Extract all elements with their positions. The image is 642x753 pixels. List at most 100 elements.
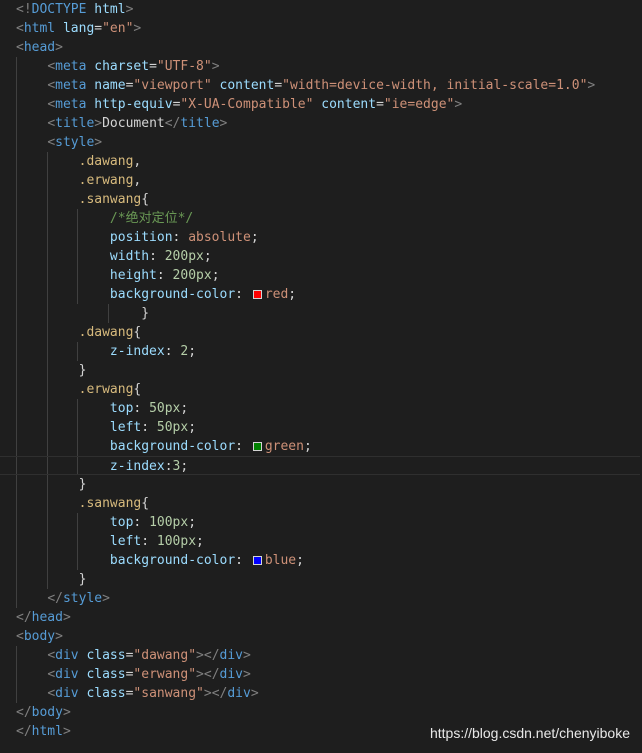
code-token: ></	[203, 686, 228, 701]
code-line[interactable]: background-color: red;	[0, 285, 642, 304]
code-token: div	[55, 686, 79, 701]
code-line[interactable]: <div class="erwang"></div>	[0, 665, 642, 684]
code-line[interactable]: }	[0, 361, 642, 380]
code-line[interactable]: .dawang,	[0, 152, 642, 171]
code-token: ;	[196, 534, 204, 549]
code-token: >	[243, 648, 251, 663]
code-token: <	[47, 135, 56, 150]
code-token: top	[109, 401, 134, 416]
code-token: body	[23, 629, 56, 644]
code-token: head	[31, 610, 63, 625]
code-line[interactable]: <title>Document</title>	[0, 114, 642, 133]
code-line[interactable]: <div class="dawang"></div>	[0, 646, 642, 665]
code-line[interactable]: .sanwang{	[0, 190, 642, 209]
code-token: "sanwang"	[133, 686, 204, 701]
code-line-current[interactable]: z-index:3;	[0, 456, 640, 475]
code-token: "erwang"	[133, 667, 197, 682]
code-token: 50px	[149, 401, 181, 416]
code-token: {	[133, 325, 142, 340]
code-line[interactable]: <div class="sanwang"></div>	[0, 684, 642, 703]
code-token: content	[321, 97, 377, 112]
code-token: >	[55, 40, 63, 55]
code-token: }	[78, 572, 87, 587]
code-line[interactable]: position: absolute;	[0, 228, 642, 247]
code-token: background-color	[109, 439, 236, 454]
code-line[interactable]: }	[0, 570, 642, 589]
code-line[interactable]: </style>	[0, 589, 642, 608]
code-token: ;	[188, 515, 197, 530]
code-line[interactable]: <html lang="en">	[0, 19, 642, 38]
code-token: div	[55, 648, 79, 663]
code-token: >	[454, 97, 463, 112]
code-token: }	[78, 477, 87, 492]
code-line[interactable]: background-color: green;	[0, 437, 642, 456]
color-swatch-icon[interactable]	[252, 556, 262, 565]
code-line[interactable]: top: 100px;	[0, 513, 642, 532]
code-token: ></	[196, 648, 220, 663]
code-token: >	[219, 116, 228, 131]
code-line[interactable]: }	[0, 304, 642, 323]
code-line[interactable]: }	[0, 475, 642, 494]
code-token: }	[141, 306, 150, 321]
code-token: >	[133, 21, 142, 36]
code-token: :	[235, 439, 251, 454]
code-token: html	[94, 2, 126, 17]
code-line[interactable]: .sanwang{	[0, 494, 642, 513]
code-token: >	[587, 78, 596, 93]
code-line[interactable]: <head>	[0, 38, 642, 57]
code-line[interactable]: .erwang,	[0, 171, 642, 190]
code-token: DOCTYPE	[31, 2, 87, 17]
code-token: left	[109, 534, 142, 549]
code-line[interactable]: </head>	[0, 608, 642, 627]
code-token: >	[55, 629, 63, 644]
color-swatch-icon[interactable]	[252, 442, 262, 451]
code-token: :	[141, 534, 157, 549]
code-token: </	[164, 116, 181, 131]
code-line[interactable]: top: 50px;	[0, 399, 642, 418]
code-token: "ie=edge"	[383, 97, 455, 112]
code-token: 100px	[149, 515, 189, 530]
code-line[interactable]: <meta name="viewport" content="width=dev…	[0, 76, 642, 95]
code-token: class	[86, 648, 126, 663]
code-line[interactable]: width: 200px;	[0, 247, 642, 266]
code-token: html	[31, 724, 63, 739]
code-line[interactable]: <!DOCTYPE html>	[0, 0, 642, 19]
code-line[interactable]: <body>	[0, 627, 642, 646]
code-token: </	[16, 724, 32, 739]
code-token: width	[109, 249, 150, 264]
color-swatch-icon[interactable]	[252, 290, 262, 299]
code-line[interactable]: <style>	[0, 133, 642, 152]
code-token: style	[62, 591, 103, 606]
code-token: <!	[16, 2, 32, 17]
code-token: :	[164, 459, 173, 474]
code-line[interactable]: <meta charset="UTF-8">	[0, 57, 642, 76]
code-line[interactable]: <meta http-equiv = "X-UA-Compatible" conte…	[0, 95, 642, 114]
code-line[interactable]: z-index: 2;	[0, 342, 642, 361]
code-token: "en"	[102, 21, 134, 36]
code-token: :	[164, 344, 181, 359]
code-token: <	[47, 648, 56, 663]
code-line[interactable]: height: 200px;	[0, 266, 642, 285]
code-token: >	[94, 135, 103, 150]
code-line[interactable]: .erwang{	[0, 380, 642, 399]
code-line[interactable]: left: 100px;	[0, 532, 642, 551]
code-token: <	[47, 667, 56, 682]
code-editor[interactable]: <!DOCTYPE html> <html lang="en"> <head> <m…	[0, 0, 642, 753]
code-line[interactable]: left: 50px;	[0, 418, 642, 437]
code-token: green	[264, 439, 304, 454]
code-token: Document	[102, 116, 165, 131]
code-line[interactable]: .dawang{	[0, 323, 642, 342]
code-token: meta	[55, 59, 87, 74]
code-line[interactable]: /*绝对定位*/	[0, 209, 642, 228]
code-line[interactable]: </body>	[0, 703, 642, 722]
code-line[interactable]: background-color: blue;	[0, 551, 642, 570]
